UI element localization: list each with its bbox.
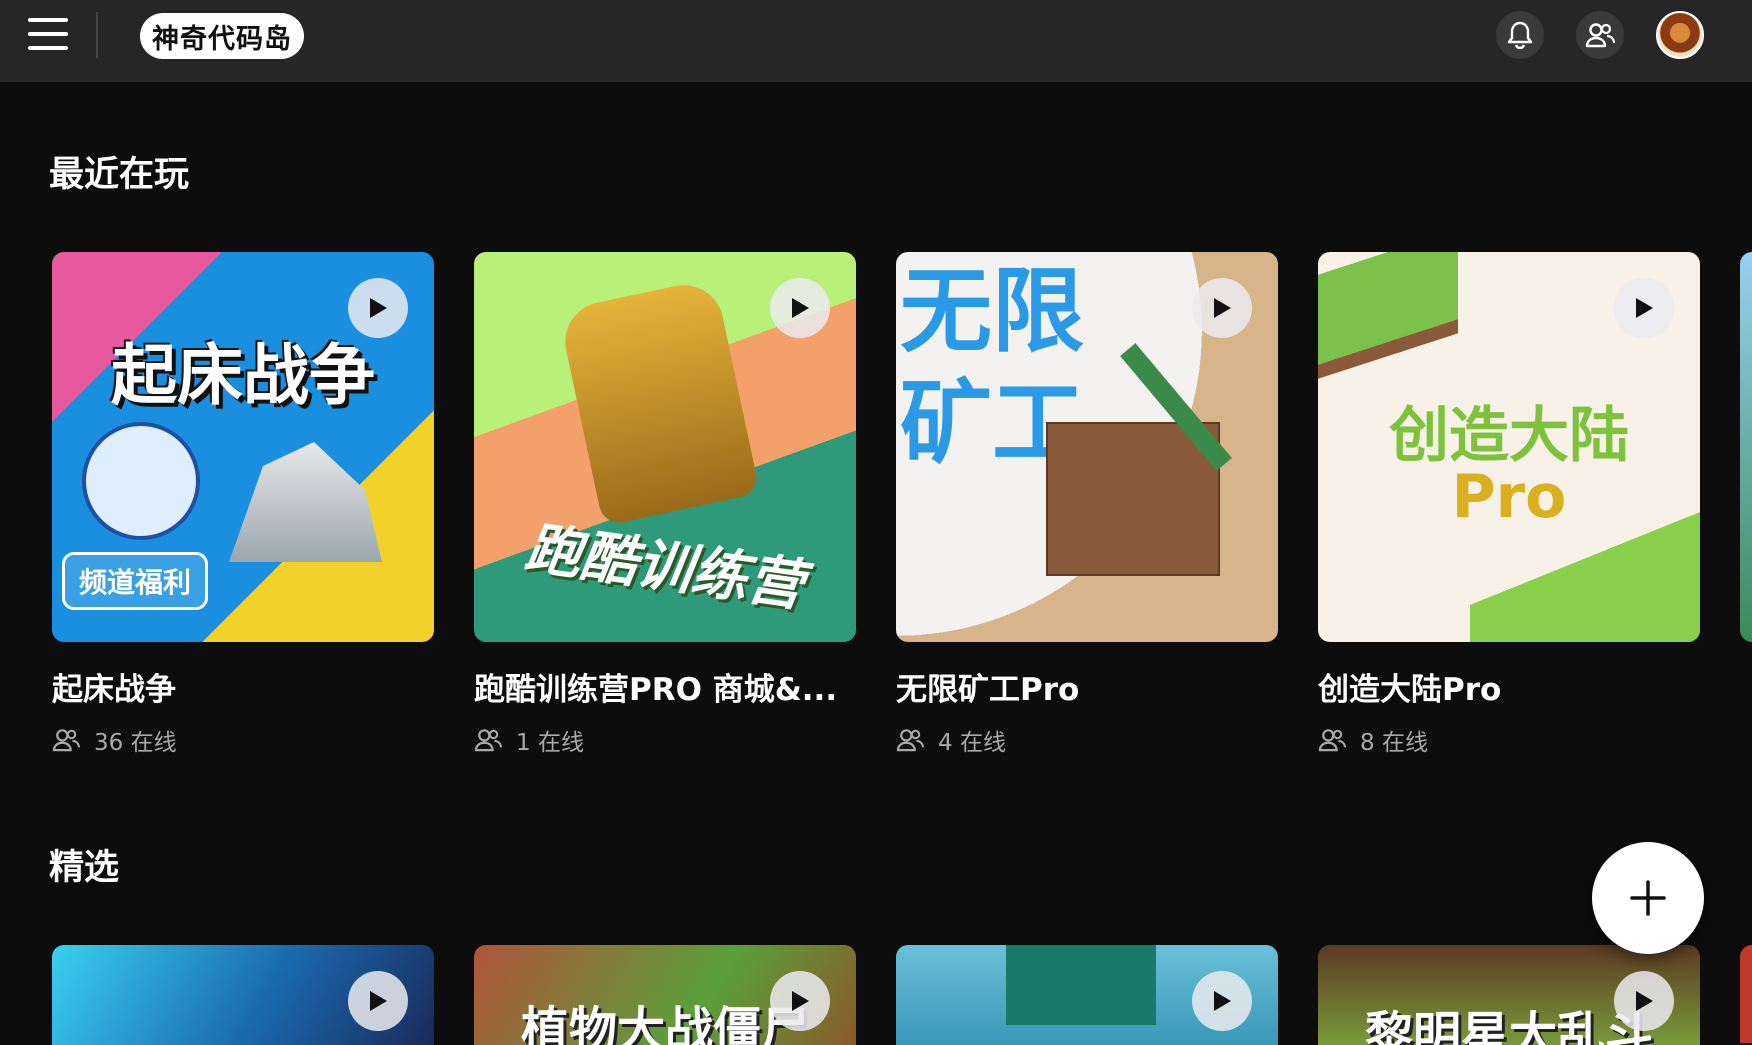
plus-icon	[1630, 880, 1666, 916]
online-text: 4 在线	[938, 730, 1006, 756]
game-thumbnail[interactable]: 植物大战僵尸	[474, 945, 856, 1045]
game-card[interactable]: 植物大战僵尸	[474, 945, 856, 1045]
thumbnail-title: 跑酷训练营	[521, 515, 808, 620]
game-thumbnail[interactable]: 创造大陆 Pro	[1318, 252, 1700, 642]
game-name: 起床战争	[52, 672, 176, 708]
game-thumbnail[interactable]: 黎明星大乱斗	[1318, 945, 1700, 1045]
users-icon	[896, 729, 924, 752]
block-art	[1046, 422, 1220, 576]
play-icon[interactable]	[1192, 278, 1252, 338]
castle-art	[229, 442, 382, 562]
section-title-recent: 最近在玩	[49, 155, 190, 195]
user-avatar[interactable]	[1656, 11, 1704, 59]
play-icon[interactable]	[1614, 971, 1674, 1031]
game-card[interactable]: 起床战争 频道福利 起床战争 36 在线	[52, 252, 434, 757]
users-icon	[1318, 729, 1346, 752]
bell-icon[interactable]	[1496, 11, 1544, 59]
section-title-featured: 精选	[49, 848, 120, 888]
play-icon[interactable]	[1614, 278, 1674, 338]
thumbnail-subtitle: Pro	[1451, 462, 1567, 532]
play-icon[interactable]	[348, 971, 408, 1031]
thumbnail-badge: 频道福利	[62, 552, 209, 610]
game-thumbnail[interactable]: 跑酷训练营	[474, 252, 856, 642]
game-card[interactable]: 跑酷训练营 跑酷训练营PRO 商城&... 1 在线	[474, 252, 856, 757]
add-button[interactable]	[1592, 842, 1704, 954]
game-thumbnail[interactable]	[896, 945, 1278, 1045]
game-card[interactable]: 无限矿工 无限矿工Pro 4 在线	[896, 252, 1278, 757]
game-card-partial[interactable]	[1740, 252, 1752, 642]
online-text: 1 在线	[516, 730, 584, 756]
game-card[interactable]: 黎明星大乱斗	[1318, 945, 1700, 1045]
users-icon	[52, 729, 80, 752]
play-icon[interactable]	[348, 278, 408, 338]
online-text: 8 在线	[1360, 730, 1428, 756]
block-art	[1006, 945, 1156, 1025]
game-thumbnail[interactable]: 起床战争 频道福利	[52, 252, 434, 642]
game-name: 跑酷训练营PRO 商城&...	[474, 672, 838, 708]
online-text: 36 在线	[94, 730, 177, 756]
menu-icon[interactable]	[28, 18, 68, 54]
game-thumbnail[interactable]: 无限矿工	[896, 252, 1278, 642]
play-icon[interactable]	[1192, 971, 1252, 1031]
play-icon[interactable]	[770, 278, 830, 338]
users-icon	[474, 729, 502, 752]
grass-block-art	[1318, 252, 1458, 379]
online-count: 1 在线	[474, 723, 856, 757]
thumbnail-title: 创造大陆	[1389, 401, 1629, 471]
online-count: 8 在线	[1318, 723, 1700, 757]
game-name: 创造大陆Pro	[1318, 672, 1502, 708]
character-art	[557, 277, 761, 527]
divider	[96, 12, 98, 58]
game-card[interactable]: 创造大陆 Pro 创造大陆Pro 8 在线	[1318, 252, 1700, 757]
game-card-partial[interactable]	[1740, 945, 1752, 1043]
character-art	[82, 422, 200, 540]
game-card[interactable]	[52, 945, 434, 1045]
game-card[interactable]	[896, 945, 1278, 1045]
online-count: 36 在线	[52, 723, 434, 757]
play-icon[interactable]	[770, 971, 830, 1031]
game-thumbnail[interactable]	[52, 945, 434, 1045]
app-logo[interactable]: 神奇代码岛	[140, 13, 304, 59]
game-name: 无限矿工Pro	[896, 672, 1080, 708]
top-bar: 神奇代码岛	[0, 0, 1752, 82]
online-count: 4 在线	[896, 723, 1278, 757]
friends-icon[interactable]	[1576, 11, 1624, 59]
